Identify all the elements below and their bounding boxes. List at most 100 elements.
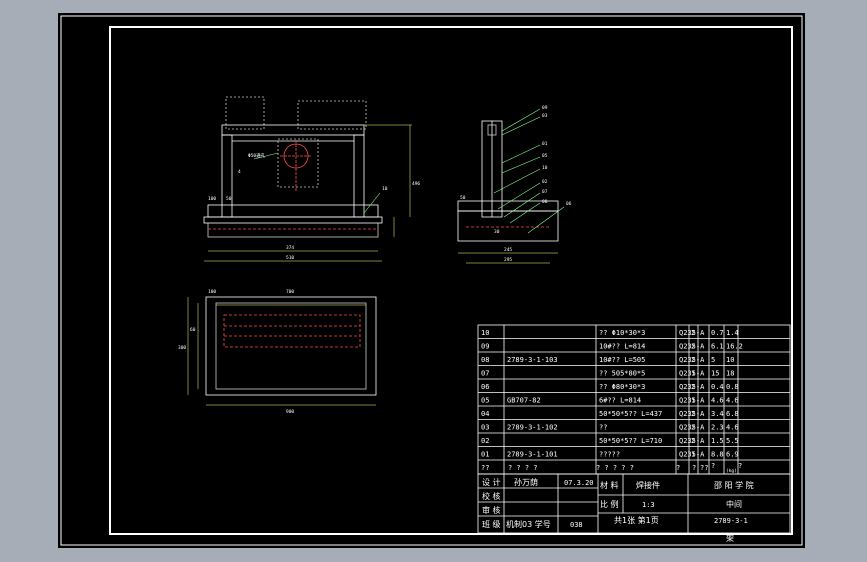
bom-cell-total: 0.8 — [726, 383, 739, 391]
bom-cell-unit: 0.7 — [711, 329, 724, 337]
bom-cell-no: 02 — [481, 437, 489, 445]
bom-cell-qty: 2 — [691, 410, 695, 418]
plan-height-dim: 300 — [178, 345, 186, 351]
bom-cell-unit: 8.8 — [711, 451, 724, 459]
bom-cell-name: 10#?? L=814 — [599, 343, 645, 351]
side-overall-dim: 295 — [504, 257, 512, 263]
bom-header-code: ? ? ? ? — [508, 464, 538, 472]
bom-header: ?? ? ? ? ? ? ? ? ? ? ? ? ?? ? (kg) ? — [481, 462, 742, 474]
bom-cell-qty: 1 — [691, 397, 695, 405]
side-a-dim: 30 — [494, 229, 500, 235]
balloon-label: 07 — [542, 189, 548, 195]
bom-header-extra: ?? — [700, 464, 708, 472]
bom-cell-no: 01 — [481, 451, 489, 459]
front-width-dim: 374 — [286, 245, 294, 251]
scale-label: 比 例 — [600, 499, 619, 509]
side-left-dim: 50 — [460, 195, 466, 201]
bom-cell-code: GB707-82 — [507, 397, 541, 405]
check-label: 校 核 — [482, 491, 501, 501]
material-value: 焊接件 — [636, 480, 660, 490]
bom-cell-no: 06 — [481, 383, 489, 391]
bom-cell-total: 4.6 — [726, 424, 739, 432]
balloon-label: 01 — [542, 141, 548, 147]
front-part-label: 4 — [238, 169, 241, 175]
bom-cell-unit: 1.5 — [711, 437, 724, 445]
bom-cell-no: 07 — [481, 370, 489, 378]
bom-cell-unit: 6.1 — [711, 343, 724, 351]
bom-rows: 10?? Φ10*30*3 Q235-A2 0.7 1.409 10#?? L=814 Q… — [481, 329, 743, 459]
bom-cell-name: ?? Φ10*30*3 — [599, 329, 645, 337]
scale-value: 1:3 — [642, 501, 655, 509]
front-left-dim: 100 — [208, 196, 216, 202]
student-number: 038 — [570, 521, 583, 529]
bom-cell-code: 2789-3-1-103 — [507, 356, 558, 364]
drawing-number: 2789-3-1 — [714, 517, 748, 525]
bom-header-qty: ? — [692, 464, 696, 472]
bom-header-name: ? ? ? ? ? — [596, 464, 634, 472]
design-label: 设 计 — [482, 477, 501, 487]
bom-cell-total: 16.2 — [726, 343, 743, 351]
designer-name: 孙万荫 — [514, 477, 538, 487]
bom-cell-total: 4.6 — [726, 397, 739, 405]
balloon-label: 06 — [566, 201, 572, 207]
outer-frame — [60, 15, 803, 546]
balloon-label: 02 — [542, 179, 548, 185]
side-width-dim: 245 — [504, 247, 512, 253]
class-value: 机制03 学号 — [506, 519, 551, 529]
bom-cell-qty: 1 — [691, 370, 695, 378]
material-label: 材 料 — [600, 480, 619, 490]
bom-cell-unit: 4.6 — [711, 397, 724, 405]
bom-cell-name: 50*50*5?? L=437 — [599, 410, 662, 418]
plan-width-dim: 700 — [286, 289, 294, 295]
bom-cell-name: 10#?? L=505 — [599, 356, 645, 364]
balloon-label: 05 — [542, 153, 548, 159]
bom-cell-name: ?? — [599, 424, 607, 432]
drawing-name-2: 架 — [726, 534, 734, 543]
balloons: 09 03 01 05 10 02 07 08 06 — [542, 105, 572, 207]
bom-cell-name: ?? 505*80*5 — [599, 370, 645, 378]
front-mark: 10 — [382, 186, 388, 192]
balloon-label: 08 — [542, 199, 548, 205]
bom-cell-no: 10 — [481, 329, 489, 337]
bom-cell-no: 09 — [481, 343, 489, 351]
bom-cell-name: ????? — [599, 451, 620, 459]
cad-drawing: 374 510 496 100 50 10 Φ50通孔 4 245 295 50… — [60, 15, 803, 546]
class-label: 班 级 — [482, 519, 501, 529]
bom-cell-total: 6.9 — [726, 451, 739, 459]
bom-cell-qty: 2 — [691, 343, 695, 351]
bom-cell-code: 2789-3-1-102 — [507, 424, 558, 432]
bom-cell-no: 08 — [481, 356, 489, 364]
bom-cell-no: 05 — [481, 397, 489, 405]
bom-cell-qty: 2 — [691, 437, 695, 445]
balloon-label: 10 — [542, 165, 548, 171]
plan-overall-dim: 900 — [286, 409, 294, 415]
bom-cell-no: 03 — [481, 424, 489, 432]
side-view — [457, 108, 565, 264]
school-name: 邵 阳 学 院 — [714, 480, 754, 490]
sheets-label: 共1张 第1页 — [614, 515, 659, 525]
bom-cell-name: 6#?? L=814 — [599, 397, 641, 405]
review-label: 审 核 — [482, 505, 501, 515]
front-overall-dim: 510 — [286, 255, 294, 261]
plan-side-dim: 60 — [190, 327, 196, 333]
bom-cell-unit: 15 — [711, 370, 719, 378]
front-height-dim: 496 — [412, 181, 420, 187]
bom-cell-qty: 1 — [691, 451, 695, 459]
bom-cell-name: 50*50*5?? L=710 — [599, 437, 662, 445]
bom-cell-no: 04 — [481, 410, 489, 418]
bom-header-total: ? — [738, 462, 742, 470]
drawing-name: 中间 — [726, 499, 742, 509]
bom-cell-unit: 2.3 — [711, 424, 724, 432]
plan-view — [187, 296, 377, 406]
bom-cell-total: 5.5 — [726, 437, 739, 445]
bom-cell-name: ?? Φ80*30*3 — [599, 383, 645, 391]
bom-header-unit: ? — [711, 462, 715, 470]
balloon-label: 03 — [542, 113, 548, 119]
bom-cell-code: 2789-3-1-101 — [507, 451, 558, 459]
bom-cell-total: 18 — [726, 370, 734, 378]
bom-cell-total: 6.8 — [726, 410, 739, 418]
balloon-label: 09 — [542, 105, 548, 111]
bom-cell-qty: 2 — [691, 356, 695, 364]
hole-label: Φ50通孔 — [248, 152, 266, 159]
bom-header-material: ? — [676, 464, 680, 472]
